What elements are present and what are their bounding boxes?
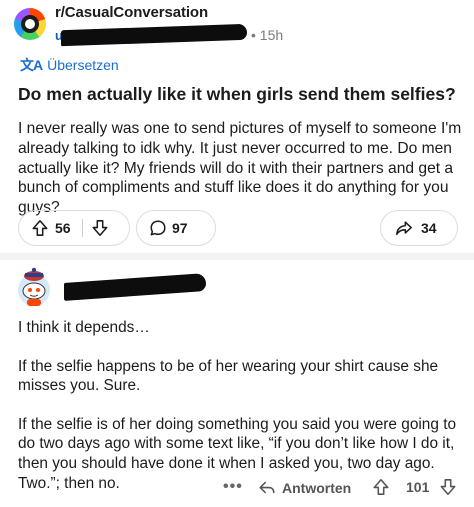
redaction-mark [64,273,206,301]
reply-button[interactable]: Antworten [258,479,351,497]
arrow-up-icon[interactable] [372,478,390,496]
translate-button[interactable]: 文A Übersetzen [20,55,119,75]
comment-actions: ••• Antworten 101 [0,476,474,502]
comment-vote-control: 101 [372,478,457,496]
comment-paragraph: If the selfie happens to be of her weari… [18,357,439,395]
comment-body: I think it depends… If the selfie happen… [18,318,464,493]
share-count: 34 [421,220,437,236]
comments-button[interactable]: 97 [136,210,216,246]
reply-label: Antworten [282,480,352,496]
reply-arrow-icon [259,481,275,494]
share-arrow-icon [396,221,412,236]
upvote-count: 56 [55,220,71,236]
vote-control: 56 [18,210,130,246]
translate-label: Übersetzen [47,57,119,73]
redaction-mark [61,23,247,47]
speech-bubble-icon [150,220,166,236]
post-meta: u • 15h [55,23,285,47]
subreddit-avatar[interactable] [14,8,46,40]
share-button[interactable]: 34 [380,210,458,246]
comment-paragraph: I think it depends… [18,319,150,336]
comment-vote-count: 101 [406,479,430,495]
arrow-up-icon[interactable] [31,219,49,237]
arrow-down-icon[interactable] [91,219,109,237]
arrow-down-icon[interactable] [439,478,457,496]
comment-header [14,264,454,308]
post-actions: 56 97 34 [18,210,458,248]
post-title: Do men actually like it when girls send … [18,84,456,104]
subreddit-name[interactable]: r/CasualConversation [55,4,285,22]
comment-count: 97 [172,220,188,236]
post-body: I never really was one to send pictures … [18,120,462,217]
translate-icon: 文A [20,57,43,73]
post-time: • 15h [251,27,284,43]
post-header: r/CasualConversation u • 15h [14,4,285,47]
more-options-button[interactable]: ••• [223,478,243,496]
vote-divider [81,219,83,237]
section-divider [0,253,474,260]
user-avatar[interactable] [14,264,54,308]
